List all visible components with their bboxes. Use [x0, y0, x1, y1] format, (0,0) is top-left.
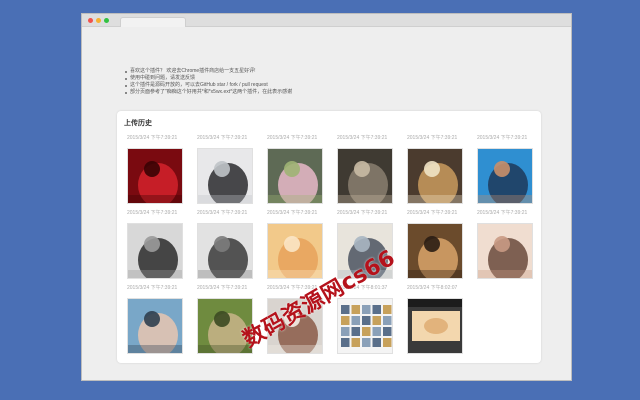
image-thumbnail[interactable] [477, 223, 533, 279]
upload-timestamp: 2015/3/24 下午7:39:21 [407, 135, 458, 141]
image-thumbnail[interactable] [197, 148, 253, 204]
upload-timestamp: 2015/3/24 下午7:39:21 [407, 210, 458, 216]
image-thumbnail[interactable] [127, 148, 183, 204]
note-rate-extension: 喜欢这个插件？ 欢迎去Chrome插件商店给一支五星好评! [124, 68, 544, 75]
history-item[interactable]: 2015/3/24 下午7:39:21 [197, 135, 255, 204]
image-thumbnail[interactable] [127, 223, 183, 279]
upload-timestamp: 2015/3/24 下午7:39:21 [477, 210, 528, 216]
image-thumbnail[interactable] [337, 148, 393, 204]
history-item[interactable]: 2015/3/24 下午7:39:21 [477, 210, 535, 279]
upload-timestamp: 2015/3/24 下午7:39:21 [337, 135, 388, 141]
history-item[interactable]: 2015/3/24 下午7:39:21 [337, 135, 395, 204]
title-bar [82, 14, 571, 28]
extension-page: 喜欢这个插件？ 欢迎去Chrome插件商店给一支五星好评! 使用中碰到问题，请发… [82, 27, 571, 380]
history-item[interactable]: 2015/3/24 下午7:39:21 [267, 135, 325, 204]
history-item[interactable]: 2015/3/24 下午7:39:21 [267, 210, 325, 279]
upload-timestamp: 2015/3/24 下午7:39:21 [127, 135, 178, 141]
image-thumbnail[interactable] [197, 223, 253, 279]
image-thumbnail[interactable] [127, 298, 183, 354]
upload-timestamp: 2015/3/24 下午7:39:21 [477, 135, 528, 141]
note-feedback: 使用中碰到问题，请发送反馈 [124, 75, 544, 82]
history-item[interactable]: 2015/3/24 下午7:39:21 [477, 135, 535, 204]
upload-timestamp: 2015/3/24 下午7:39:21 [267, 135, 318, 141]
browser-window: 喜欢这个插件？ 欢迎去Chrome插件商店给一支五星好评! 使用中碰到问题，请发… [81, 13, 572, 381]
history-item[interactable]: 2015/3/24 下午7:39:21 [127, 285, 185, 354]
note-credits: 部分页面参考了"痴痴这个好用共*和*x5wx.ext*这两个插件，在此表示感谢 [124, 89, 544, 96]
history-item[interactable]: 2015/3/24 下午8:02:07 [407, 285, 465, 354]
upload-timestamp: 2015/3/24 下午7:39:21 [337, 210, 388, 216]
image-thumbnail[interactable] [267, 223, 323, 279]
history-item[interactable]: 2015/3/24 下午7:39:21 [407, 210, 465, 279]
note-github: 这个插件是源码开放的，可以去GitHub star / fork / pull … [124, 82, 544, 89]
image-thumbnail[interactable] [407, 148, 463, 204]
history-item[interactable]: 2015/3/24 下午7:39:21 [127, 210, 185, 279]
close-window-button[interactable] [88, 18, 93, 23]
upload-timestamp: 2015/3/24 下午8:02:07 [407, 285, 458, 291]
history-item[interactable]: 2015/3/24 下午7:39:21 [407, 135, 465, 204]
image-thumbnail[interactable] [407, 223, 463, 279]
image-thumbnail[interactable] [267, 148, 323, 204]
minimize-window-button[interactable] [96, 18, 101, 23]
upload-timestamp: 2015/3/24 下午7:39:21 [197, 285, 248, 291]
upload-history-panel: 上传历史 2015/3/24 下午7:39:21 2015/3/24 下午7:3… [117, 111, 541, 363]
image-thumbnail[interactable] [477, 148, 533, 204]
upload-timestamp: 2015/3/24 下午7:39:21 [127, 210, 178, 216]
info-notes-list: 喜欢这个插件？ 欢迎去Chrome插件商店给一支五星好评! 使用中碰到问题，请发… [124, 68, 544, 96]
upload-history-grid: 2015/3/24 下午7:39:21 2015/3/24 下午7:39:21 … [117, 111, 541, 363]
upload-timestamp: 2015/3/24 下午7:39:21 [197, 135, 248, 141]
upload-timestamp: 2015/3/24 下午7:39:21 [267, 210, 318, 216]
maximize-window-button[interactable] [104, 18, 109, 23]
history-item[interactable]: 2015/3/24 下午7:39:21 [127, 135, 185, 204]
upload-timestamp: 2015/3/24 下午7:39:21 [197, 210, 248, 216]
image-thumbnail[interactable] [337, 298, 393, 354]
upload-timestamp: 2015/3/24 下午7:39:21 [127, 285, 178, 291]
image-thumbnail[interactable] [407, 298, 463, 354]
history-item[interactable]: 2015/3/24 下午7:39:21 [197, 210, 255, 279]
